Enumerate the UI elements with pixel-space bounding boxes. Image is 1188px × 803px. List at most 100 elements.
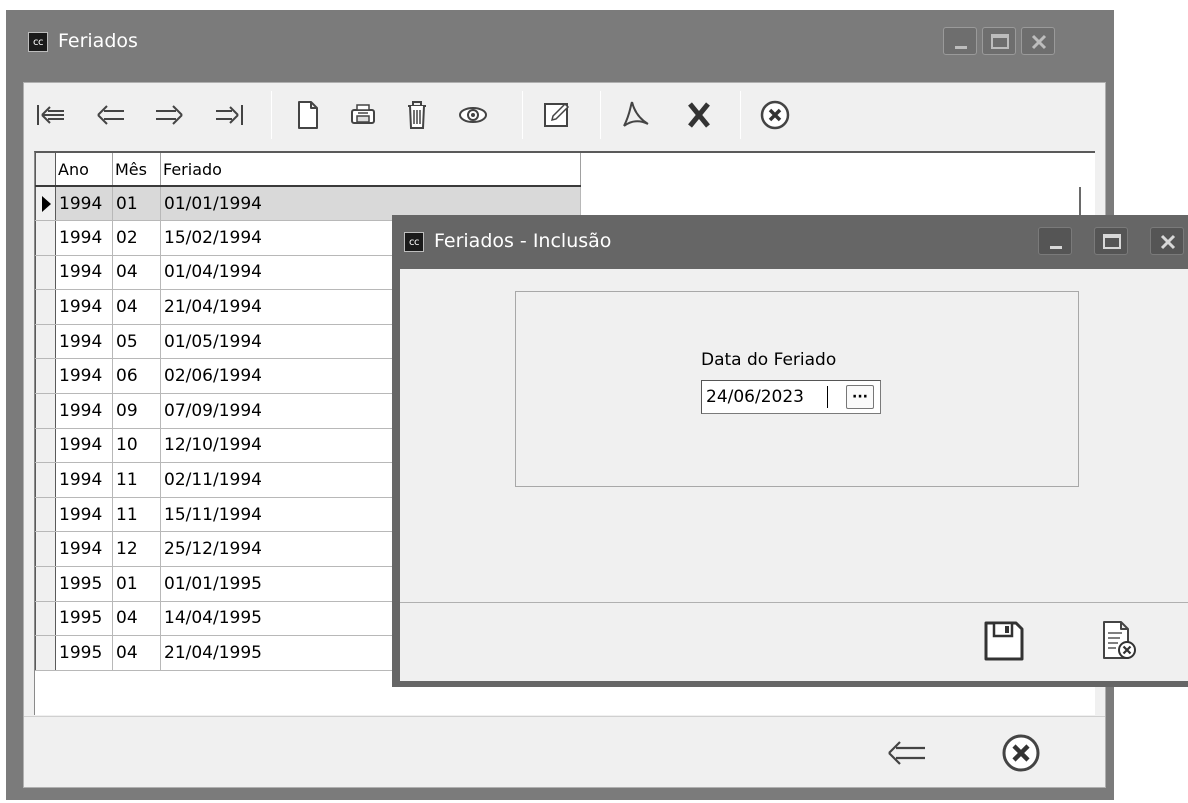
- row-indicator[interactable]: [35, 601, 56, 637]
- cell-ano[interactable]: 1994: [55, 462, 113, 498]
- cell-mes[interactable]: 04: [112, 635, 161, 671]
- maximize-icon: [1103, 234, 1121, 249]
- cell-ano[interactable]: 1994: [55, 289, 113, 325]
- cell-mes[interactable]: 02: [112, 220, 161, 256]
- column-header-mes[interactable]: Mês: [112, 153, 161, 187]
- toolbar-separator: [740, 91, 741, 139]
- last-record-icon: [216, 105, 243, 125]
- cell-mes[interactable]: 09: [112, 393, 161, 429]
- row-indicator[interactable]: [35, 497, 56, 533]
- next-record-button[interactable]: [148, 95, 190, 135]
- date-picker-button[interactable]: ···: [846, 385, 874, 409]
- text-caret: [827, 386, 828, 408]
- view-button[interactable]: [452, 95, 494, 135]
- back-button[interactable]: [882, 729, 932, 777]
- edit-button[interactable]: [536, 95, 578, 135]
- dialog-minimize-button[interactable]: [1038, 227, 1072, 255]
- save-floppy-icon: [984, 621, 1024, 661]
- eye-icon: [459, 107, 487, 123]
- table-header-row: Ano Mês Feriado: [35, 153, 581, 187]
- cell-ano[interactable]: 1995: [55, 566, 113, 602]
- inclusion-dialog: cc Feriados - Inclusão Data do Feriado 2…: [392, 215, 1188, 687]
- cell-ano[interactable]: 1994: [55, 531, 113, 568]
- cell-ano[interactable]: 1994: [55, 220, 113, 256]
- minimize-icon: [955, 46, 967, 49]
- row-indicator[interactable]: [35, 324, 56, 360]
- row-indicator-header: [35, 153, 56, 187]
- dialog-close-button[interactable]: [1150, 227, 1184, 255]
- trash-icon: [408, 101, 426, 129]
- row-indicator[interactable]: [35, 186, 56, 222]
- cell-mes[interactable]: 11: [112, 497, 161, 533]
- dialog-client-area: Data do Feriado 24/06/2023 ···: [400, 269, 1188, 681]
- row-indicator[interactable]: [35, 462, 56, 498]
- cell-mes[interactable]: 01: [112, 566, 161, 602]
- cell-mes[interactable]: 10: [112, 428, 161, 464]
- cell-mes[interactable]: 04: [112, 255, 161, 291]
- cell-ano[interactable]: 1994: [55, 428, 113, 464]
- dialog-app-icon: cc: [404, 232, 424, 252]
- dialog-maximize-button[interactable]: [1094, 227, 1128, 255]
- cell-ano[interactable]: 1994: [55, 255, 113, 291]
- row-indicator[interactable]: [35, 531, 56, 568]
- cell-mes[interactable]: 05: [112, 324, 161, 360]
- cell-mes[interactable]: 04: [112, 289, 161, 325]
- row-indicator[interactable]: [35, 358, 56, 395]
- close-toolbar-button[interactable]: [754, 95, 796, 135]
- new-button[interactable]: [286, 95, 328, 135]
- print-icon: [351, 104, 375, 124]
- toolbar-separator: [522, 91, 523, 139]
- export-excel-button[interactable]: [678, 95, 720, 135]
- cancel-document-icon: [1103, 621, 1136, 659]
- column-header-ano[interactable]: Ano: [55, 153, 113, 187]
- last-record-button[interactable]: [208, 95, 250, 135]
- cell-ano[interactable]: 1994: [55, 186, 113, 222]
- main-window-title: Feriados: [58, 30, 138, 52]
- current-row-pointer-icon: [42, 195, 51, 212]
- cell-mes[interactable]: 01: [112, 186, 161, 222]
- date-input[interactable]: 24/06/2023 ···: [701, 380, 881, 414]
- save-button[interactable]: [978, 615, 1030, 667]
- first-record-button[interactable]: [30, 95, 72, 135]
- first-record-icon: [37, 105, 64, 125]
- row-indicator[interactable]: [35, 289, 56, 325]
- toolbar-separator: [271, 91, 272, 139]
- app-icon: cc: [28, 32, 48, 52]
- close-circle-icon: [760, 100, 790, 130]
- close-window-button[interactable]: [996, 729, 1046, 777]
- cell-ano[interactable]: 1994: [55, 393, 113, 429]
- maximize-icon: [991, 34, 1009, 49]
- row-indicator[interactable]: [35, 393, 56, 429]
- cell-ano[interactable]: 1994: [55, 358, 113, 395]
- row-indicator[interactable]: [35, 428, 56, 464]
- row-indicator[interactable]: [35, 566, 56, 602]
- cell-mes[interactable]: 11: [112, 462, 161, 498]
- maximize-button[interactable]: [982, 27, 1016, 55]
- dialog-titlebar[interactable]: cc Feriados - Inclusão: [392, 215, 1188, 269]
- toolbar: [24, 83, 1105, 149]
- cell-mes[interactable]: 12: [112, 531, 161, 568]
- cell-mes[interactable]: 06: [112, 358, 161, 395]
- close-circle-icon: [1002, 734, 1040, 772]
- main-titlebar[interactable]: cc Feriados: [6, 10, 1114, 71]
- dialog-title: Feriados - Inclusão: [434, 230, 612, 252]
- dialog-footer: [400, 602, 1188, 681]
- close-button[interactable]: [1021, 27, 1055, 55]
- cell-ano[interactable]: 1995: [55, 635, 113, 671]
- cell-ano[interactable]: 1995: [55, 601, 113, 637]
- minimize-button[interactable]: [943, 27, 977, 55]
- new-document-icon: [298, 101, 318, 129]
- close-icon: [1031, 34, 1047, 50]
- cancel-button[interactable]: [1092, 615, 1144, 667]
- row-indicator[interactable]: [35, 635, 56, 671]
- print-button[interactable]: [342, 95, 384, 135]
- column-header-feriado[interactable]: Feriado: [160, 153, 581, 187]
- export-pdf-button[interactable]: [614, 95, 656, 135]
- cell-ano[interactable]: 1994: [55, 324, 113, 360]
- cell-mes[interactable]: 04: [112, 601, 161, 637]
- row-indicator[interactable]: [35, 220, 56, 256]
- delete-button[interactable]: [396, 95, 438, 135]
- cell-ano[interactable]: 1994: [55, 497, 113, 533]
- row-indicator[interactable]: [35, 255, 56, 291]
- previous-record-button[interactable]: [90, 95, 132, 135]
